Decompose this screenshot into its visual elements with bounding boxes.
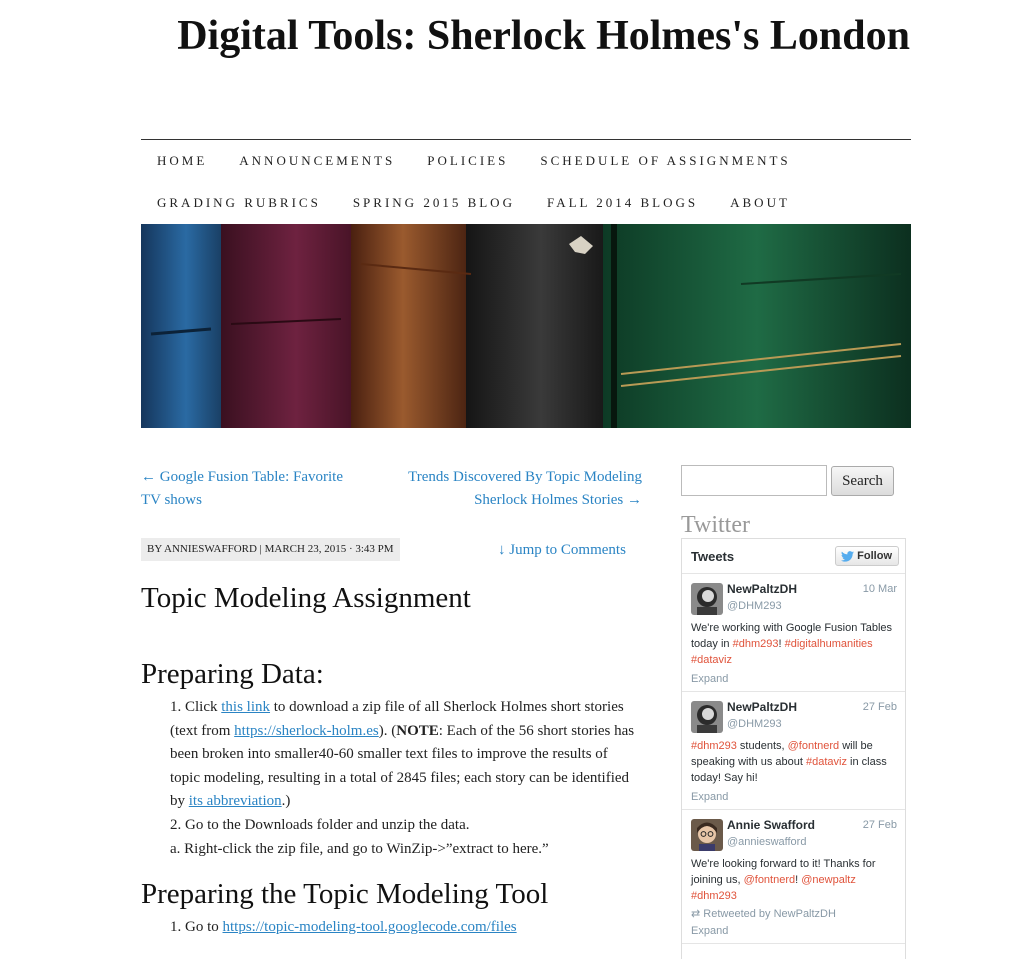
hashtag-link[interactable]: #dataviz [691, 654, 732, 666]
tweet-author-name[interactable]: NewPaltzDH [727, 582, 797, 596]
abbreviation-link[interactable]: its abbreviation [189, 793, 282, 809]
post-title: Topic Modeling Assignment [141, 582, 471, 614]
tool-step-1-paragraph: 1. Go to https://topic-modeling-tool.goo… [141, 916, 641, 940]
this-link[interactable]: this link [221, 699, 270, 715]
tweet-item: NewPaltzDH @DHM293 27 Feb #dhm293 studen… [682, 692, 905, 810]
sherlock-holmes-site-link[interactable]: https://sherlock-holm.es [234, 723, 379, 739]
tweet-date[interactable]: 27 Feb [863, 701, 897, 713]
step-1-text-e: .) [281, 793, 291, 810]
header-image-book-spines [141, 224, 911, 428]
nav-item-about[interactable]: ABOUT [714, 195, 806, 211]
twitter-bird-icon [841, 550, 855, 562]
tweet-expand-link[interactable]: Expand [691, 925, 896, 937]
previous-post-line-1[interactable]: ← Google Fusion Table: Favorite [141, 469, 343, 485]
site-title[interactable]: Digital Tools: Sherlock Holmes's London [140, 0, 910, 72]
twitter-widget-title: Twitter [681, 512, 750, 538]
tweet-author-handle[interactable]: @annieswafford [727, 836, 806, 848]
main-nav: HOME ANNOUNCEMENTS POLICIES SCHEDULE OF … [141, 140, 911, 224]
avatar[interactable] [691, 819, 723, 851]
follow-button[interactable]: Follow [835, 546, 899, 566]
tweet-expand-link[interactable]: Expand [691, 791, 896, 803]
next-post-line-2[interactable]: Sherlock Holmes Stories → [474, 492, 642, 508]
hashtag-link[interactable]: #dhm293 [733, 638, 779, 650]
tweet-text: We're looking forward to it! Thanks for … [691, 856, 896, 904]
hashtag-link[interactable]: #dhm293 [691, 740, 737, 752]
retweet-label: Retweeted by NewPaltzDH [703, 908, 836, 920]
next-post-link[interactable]: Trends Discovered By Topic Modeling Sher… [392, 466, 642, 512]
tweet-item: NewPaltzDH @DHM293 10 Mar We're working … [682, 574, 905, 692]
avatar[interactable] [691, 583, 723, 615]
retweet-info: ⇄ Retweeted by NewPaltzDH [691, 907, 896, 920]
tweet-item: Annie Swafford @annieswafford 27 Feb We'… [682, 810, 905, 944]
search-button[interactable]: Search [831, 466, 894, 496]
nav-item-fall-2014-blogs[interactable]: FALL 2014 BLOGS [531, 195, 714, 211]
step-1-paragraph: 1. Click this link to download a zip fil… [141, 696, 641, 814]
nav-item-home[interactable]: HOME [141, 153, 223, 169]
follow-button-label[interactable]: Follow [857, 550, 892, 562]
nav-item-announcements[interactable]: ANNOUNCEMENTS [223, 153, 411, 169]
tweet-author-handle[interactable]: @DHM293 [727, 718, 782, 730]
search-input[interactable] [681, 465, 827, 496]
post-meta: BY ANNIESWAFFORD | MARCH 23, 2015 · 3:43… [141, 538, 400, 561]
retweet-icon: ⇄ [691, 908, 701, 920]
previous-post-line-2[interactable]: TV shows [141, 492, 202, 508]
tweet-author-name[interactable]: Annie Swafford [727, 818, 815, 832]
tweet-date[interactable]: 10 Mar [863, 583, 897, 595]
tweet-date[interactable]: 27 Feb [863, 819, 897, 831]
step-2-paragraph: 2. Go to the Downloads folder and unzip … [170, 816, 470, 833]
nav-item-spring-2015-blog[interactable]: SPRING 2015 BLOG [337, 195, 531, 211]
mention-link[interactable]: @fontnerd [788, 740, 840, 752]
hashtag-link[interactable]: #dataviz [806, 756, 847, 768]
avatar[interactable] [691, 701, 723, 733]
hashtag-link[interactable]: #dhm293 [691, 890, 737, 902]
step-1-text-c: ). ( [378, 722, 397, 739]
tweets-heading: Tweets [691, 549, 735, 564]
nav-item-schedule[interactable]: SCHEDULE OF ASSIGNMENTS [524, 153, 806, 169]
section-heading-preparing-data: Preparing Data: [141, 658, 324, 690]
step-2a-paragraph: a. Right-click the zip file, and go to W… [170, 840, 549, 857]
tweet-text-part: students, [736, 740, 788, 752]
post-content: Topic Modeling Assignment Preparing Data… [141, 578, 641, 940]
topic-modeling-tool-link[interactable]: https://topic-modeling-tool.googlecode.c… [223, 919, 517, 935]
note-label: NOTE [396, 722, 439, 739]
nav-item-policies[interactable]: POLICIES [411, 153, 524, 169]
tweet-text: We're working with Google Fusion Tables … [691, 620, 896, 668]
tool-step-1-text: 1. Go to [170, 919, 223, 936]
tweet-expand-link[interactable]: Expand [691, 673, 896, 685]
previous-post-link[interactable]: ← Google Fusion Table: Favorite TV shows [141, 466, 371, 512]
twitter-timeline-header: Tweets Follow [682, 539, 905, 574]
next-post-line-1[interactable]: Trends Discovered By Topic Modeling [408, 469, 642, 485]
twitter-timeline: Tweets Follow NewPaltzDH @DHM293 10 Mar … [681, 538, 906, 959]
section-heading-topic-modeling-tool: Preparing the Topic Modeling Tool [141, 878, 549, 911]
nav-row-2: GRADING RUBRICS SPRING 2015 BLOG FALL 20… [141, 182, 911, 224]
nav-row-1: HOME ANNOUNCEMENTS POLICIES SCHEDULE OF … [141, 140, 911, 182]
tweet-text: #dhm293 students, @fontnerd will be spea… [691, 738, 896, 786]
mention-link[interactable]: @fontnerd [744, 874, 796, 886]
tweet-author-handle[interactable]: @DHM293 [727, 600, 782, 612]
step-1-text-a: 1. Click [170, 699, 222, 715]
nav-item-grading-rubrics[interactable]: GRADING RUBRICS [141, 195, 337, 211]
mention-link[interactable]: @newpaltz [801, 874, 856, 886]
tweet-author-name[interactable]: NewPaltzDH [727, 700, 797, 714]
hashtag-link[interactable]: #digitalhumanities [785, 638, 873, 650]
jump-to-comments-link[interactable]: ↓ Jump to Comments [498, 542, 626, 559]
